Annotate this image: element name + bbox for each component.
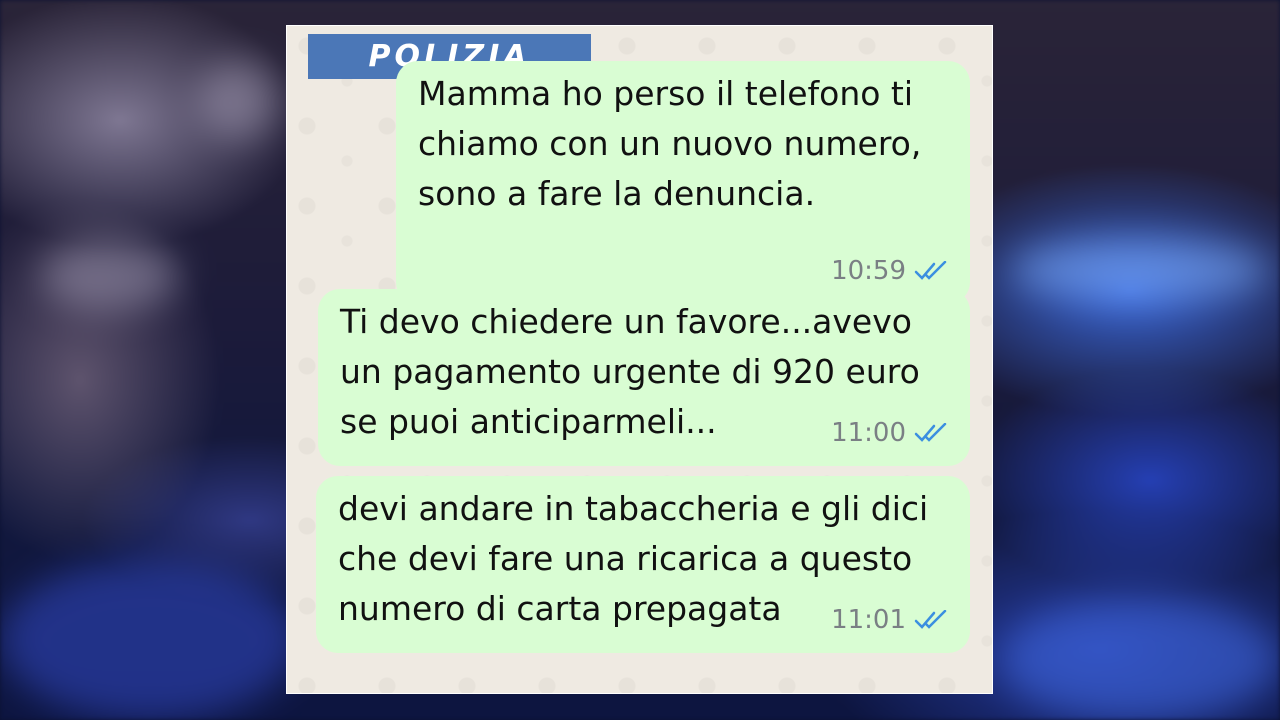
message-meta: 11:01 [831, 595, 948, 645]
double-check-icon [914, 261, 947, 280]
chat-screenshot: POLIZIA Mamma ho perso il telefono ti ch… [286, 25, 993, 694]
message-time: 11:01 [831, 605, 906, 635]
message-bubble: devi andare in tabaccheria e gli dici ch… [316, 476, 970, 653]
message-bubble: Ti devo chiedere un favore...avevo un pa… [318, 289, 970, 466]
message-time: 11:00 [831, 418, 906, 448]
message-text: Mamma ho perso il telefono ti chiamo con… [418, 74, 922, 213]
message-bubble: Mamma ho perso il telefono ti chiamo con… [396, 61, 970, 304]
double-check-icon [914, 610, 947, 629]
message-meta: 11:00 [831, 408, 948, 458]
double-check-icon [914, 423, 947, 442]
